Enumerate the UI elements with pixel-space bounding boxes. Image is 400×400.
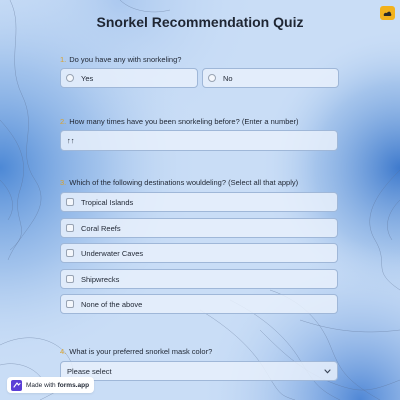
forms-app-logo-icon bbox=[11, 379, 22, 391]
option-coral-reefs[interactable]: Coral Reefs bbox=[60, 218, 338, 238]
question-number: 1. bbox=[60, 55, 67, 64]
badge-prefix: Made with bbox=[26, 381, 56, 389]
radio-button[interactable] bbox=[66, 74, 74, 82]
checkbox[interactable] bbox=[66, 198, 74, 206]
option-yes[interactable]: Yes bbox=[60, 68, 198, 88]
option-no[interactable]: No bbox=[202, 68, 339, 88]
option-label: Underwater Caves bbox=[81, 248, 144, 258]
option-underwater-caves[interactable]: Underwater Caves bbox=[60, 243, 338, 263]
input-value: ↑↑ bbox=[67, 136, 75, 145]
question-number: 2. bbox=[60, 117, 67, 126]
question-number: 3. bbox=[60, 178, 67, 187]
question-text: What is your preferred snorkel mask colo… bbox=[69, 347, 213, 356]
page-title: Snorkel Recommendation Quiz bbox=[96, 14, 304, 30]
checkbox[interactable] bbox=[66, 275, 74, 283]
option-label: Tropical Islands bbox=[81, 197, 134, 207]
option-label: None of the above bbox=[81, 299, 143, 309]
option-label: Shipwrecks bbox=[81, 274, 120, 284]
radio-button[interactable] bbox=[208, 74, 216, 82]
option-label: No bbox=[223, 73, 233, 83]
theme-button[interactable] bbox=[380, 6, 395, 20]
checkbox[interactable] bbox=[66, 300, 74, 308]
question-number: 4. bbox=[60, 347, 67, 356]
option-label: Yes bbox=[81, 73, 94, 83]
question-2-label: 2. How many times have you been snorkelin… bbox=[60, 117, 299, 126]
question-4-label: 4. What is your preferred snorkel mask co… bbox=[60, 347, 212, 356]
checkbox[interactable] bbox=[66, 224, 74, 232]
snorkel-count-input[interactable]: ↑↑ bbox=[60, 130, 338, 151]
option-none-of-the-above[interactable]: None of the above bbox=[60, 294, 338, 314]
badge-brand: forms.app bbox=[57, 381, 90, 389]
question-text: How many times have you been snorkeling … bbox=[69, 117, 299, 126]
question-text: Do you have any with snorkeling? bbox=[69, 55, 182, 64]
option-shipwrecks[interactable]: Shipwrecks bbox=[60, 269, 338, 289]
question-1-label: 1. Do you have any with snorkeling? bbox=[60, 55, 181, 64]
question-3-label: 3. Which of the following destinations wo… bbox=[60, 178, 298, 187]
checkbox[interactable] bbox=[66, 249, 74, 257]
made-with-badge[interactable]: Made with forms.app bbox=[7, 377, 95, 393]
theme-icon bbox=[383, 11, 392, 16]
mask-color-select[interactable]: Please select bbox=[60, 361, 338, 381]
select-placeholder: Please select bbox=[67, 366, 112, 376]
quiz-form: Snorkel Recommendation Quiz 1. Do you hav… bbox=[0, 0, 400, 400]
option-tropical-islands[interactable]: Tropical Islands bbox=[60, 192, 338, 212]
chevron-down-icon bbox=[324, 368, 331, 373]
option-label: Coral Reefs bbox=[81, 223, 121, 233]
question-text: Which of the following destinations woul… bbox=[69, 178, 299, 187]
